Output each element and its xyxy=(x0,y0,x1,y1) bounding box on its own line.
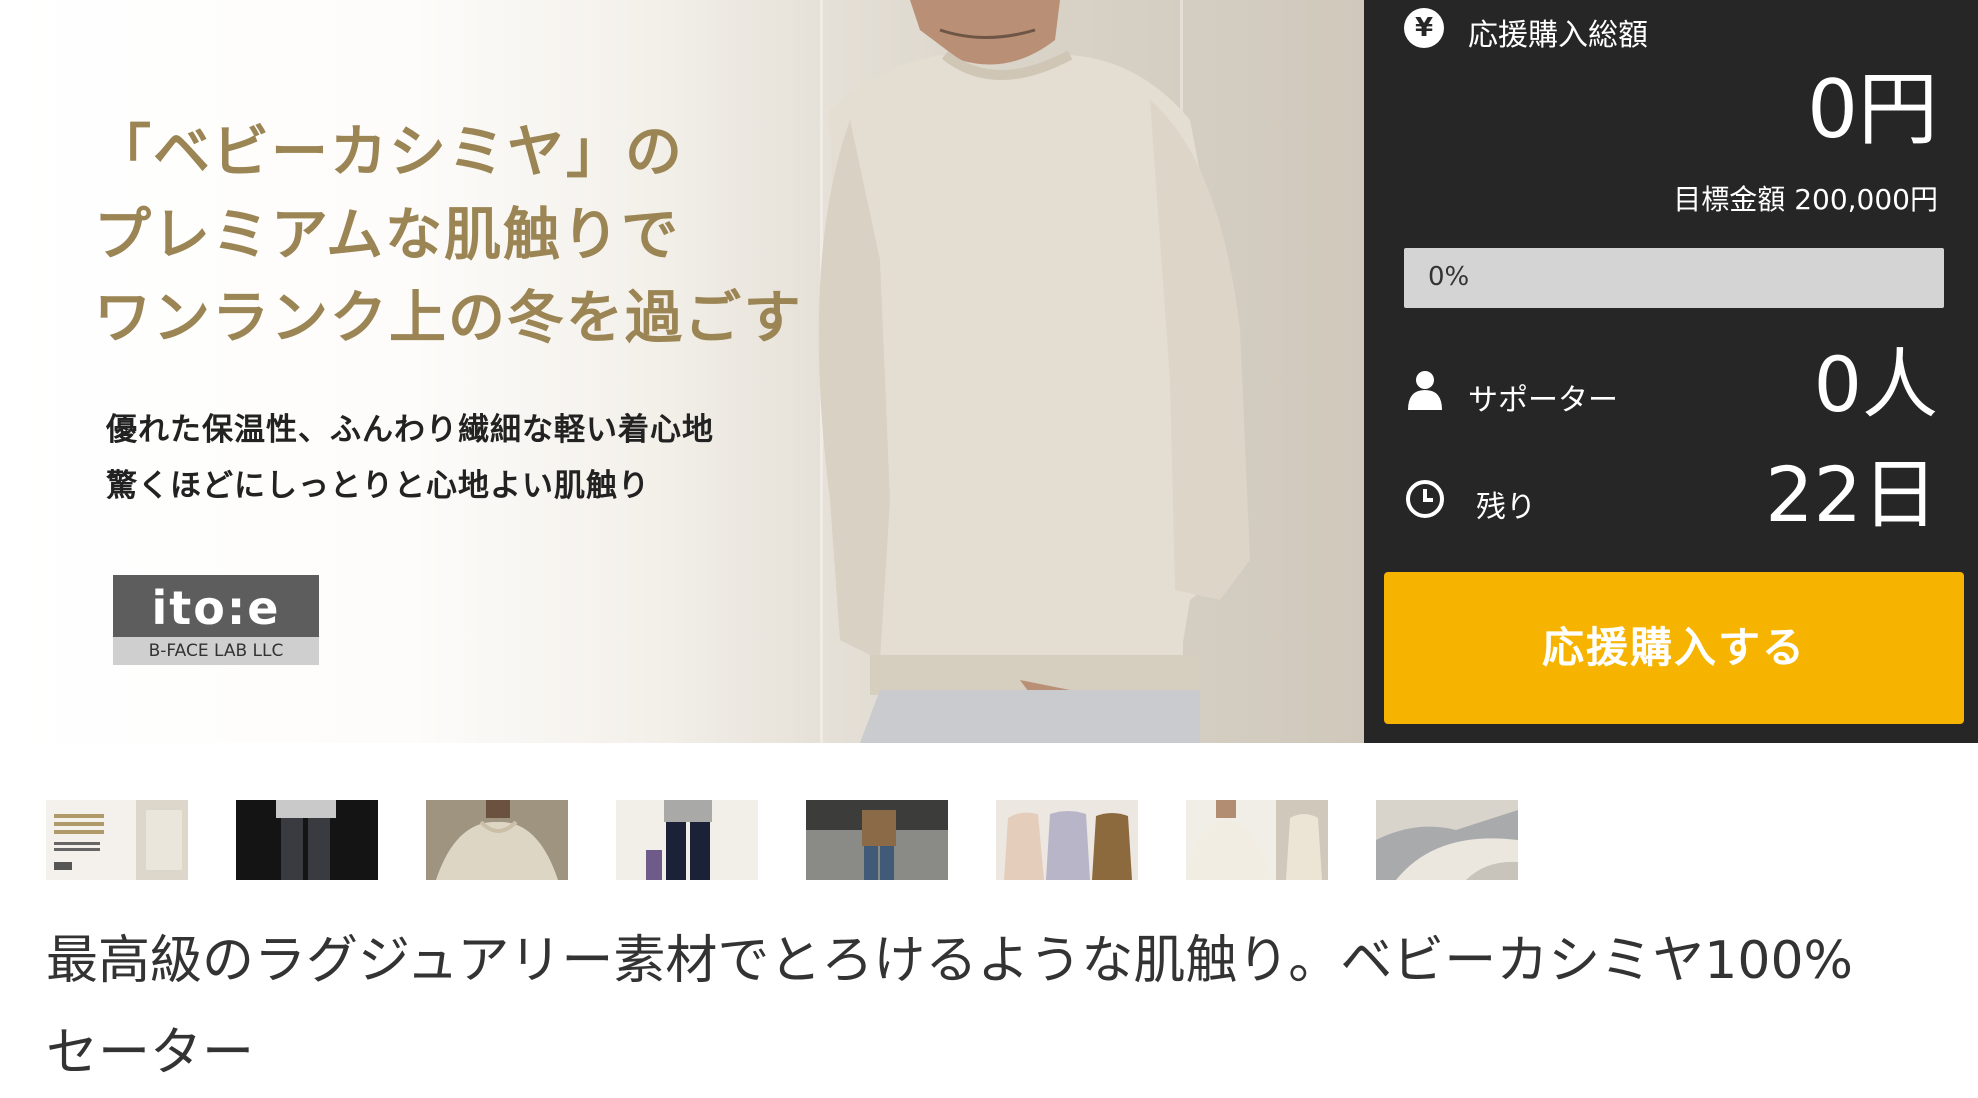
total-label: 応援購入総額 xyxy=(1468,18,1648,53)
thumbnail-strip xyxy=(46,800,1518,880)
clock-icon xyxy=(1406,480,1444,518)
thumbnail[interactable] xyxy=(1186,800,1328,880)
supporters-label: サポーター xyxy=(1468,383,1618,418)
support-purchase-button[interactable]: 応援購入する xyxy=(1384,572,1964,724)
hero-subcopy: 優れた保温性、ふんわり繊細な軽い着心地 驚くほどにしっとりと心地よい肌触り xyxy=(106,412,714,504)
model-in-sweater xyxy=(818,0,1250,743)
logo-company: B-FACE LAB LLC xyxy=(113,637,319,665)
product-title: 最高級のラグジュアリー素材でとろけるような肌触り。ベビーカシミヤ100% セータ… xyxy=(46,931,1853,1083)
thumbnail[interactable] xyxy=(806,800,948,880)
total-amount: 0円 xyxy=(1807,63,1938,156)
progress-bar: 0% xyxy=(1404,248,1944,308)
logo-wordmark: ito:e xyxy=(151,581,281,635)
person-icon xyxy=(1408,371,1442,410)
remaining-days: 22日 xyxy=(1765,450,1938,539)
thumbnail[interactable] xyxy=(236,800,378,880)
goal-amount: 目標金額 200,000円 xyxy=(1673,183,1938,216)
thumbnail[interactable] xyxy=(616,800,758,880)
supporters-count: 0人 xyxy=(1813,340,1938,429)
remaining-label: 残り xyxy=(1476,490,1536,525)
thumbnail[interactable] xyxy=(46,800,188,880)
hero-headline: 「ベビーカシミヤ」の プレミアムな肌触りで ワンランク上の冬を過ごす xyxy=(94,118,803,351)
thumbnail[interactable] xyxy=(996,800,1138,880)
brand-logo: ito:e B-FACE LAB LLC xyxy=(113,575,319,665)
progress-percent: 0% xyxy=(1428,262,1470,292)
project-page: 「ベビーカシミヤ」の プレミアムな肌触りで ワンランク上の冬を過ごす 優れた保温… xyxy=(0,0,1978,1098)
yen-circle-icon: ¥ xyxy=(1404,8,1444,48)
thumbnail[interactable] xyxy=(1376,800,1518,880)
thumbnail[interactable] xyxy=(426,800,568,880)
hero-image: 「ベビーカシミヤ」の プレミアムな肌触りで ワンランク上の冬を過ごす 優れた保温… xyxy=(0,0,1364,743)
funding-panel: ¥ 応援購入総額 0円 目標金額 200,000円 0% サポーター 0人 残り… xyxy=(1364,0,1978,743)
